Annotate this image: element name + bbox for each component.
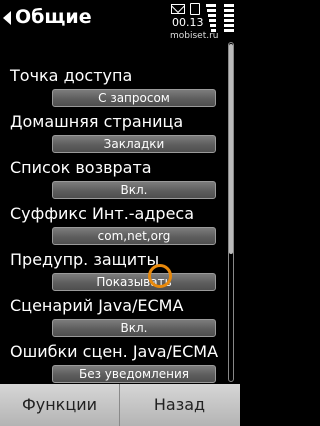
setting-label: Список возврата [10,158,152,177]
setting-value-button[interactable]: Без уведомления [52,365,216,383]
sim-icon [190,3,200,15]
setting-value-button[interactable]: Вкл. [52,319,216,337]
setting-label: Предупр. защиты [10,250,160,269]
settings-list: Точка доступа С запросом Домашняя страни… [0,42,240,384]
setting-label: Точка доступа [10,66,133,85]
back-arrow-icon[interactable] [3,11,11,25]
scrollbar-thumb[interactable] [229,44,233,254]
back-softkey[interactable]: Назад [120,384,239,426]
status-bar: Общие 00.13 mobiset.ru [0,0,240,42]
battery-level-icon [224,0,234,38]
mobiset-logo-icon [148,264,172,288]
softkey-bar: Функции Назад [0,384,240,426]
setting-label: Домашняя страница [10,112,184,131]
clock: 00.13 [172,16,204,29]
setting-value-button[interactable]: com,net,org [52,227,216,245]
setting-value-button[interactable]: Закладки [52,135,216,153]
setting-label: Ошибки сцен. Java/ECMA [10,342,219,361]
setting-label: Сценарий Java/ECMA [10,296,184,315]
setting-value-button[interactable]: Вкл. [52,181,216,199]
setting-value-button[interactable]: Показывать [52,273,216,291]
page-title: Общие [15,6,92,28]
setting-value-button[interactable]: С запросом [52,89,216,107]
setting-label: Суффикс Инт.-адреса [10,204,195,223]
watermark-text: mobiset.ru [170,31,219,41]
envelope-icon [171,4,185,14]
functions-softkey[interactable]: Функции [0,384,120,426]
